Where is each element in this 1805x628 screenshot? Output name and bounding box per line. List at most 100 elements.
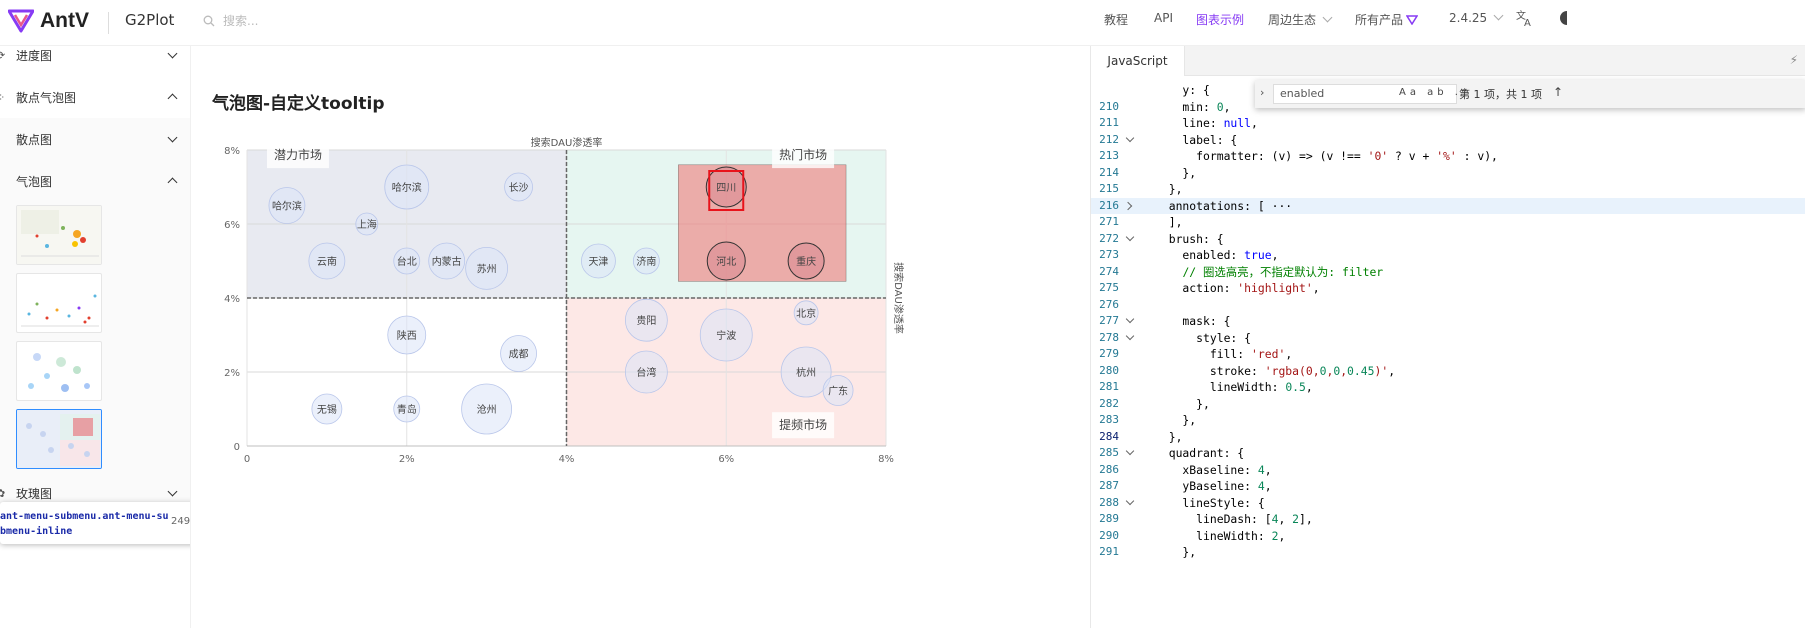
search-icon bbox=[203, 15, 215, 26]
line-number: 281 bbox=[1099, 380, 1119, 393]
code-line[interactable]: 211 line: null, bbox=[1091, 115, 1805, 132]
code-line[interactable]: 215 }, bbox=[1091, 181, 1805, 198]
devtools-inspector-tooltip: ant-menu-submenu.ant-menu-submenu-inline… bbox=[0, 502, 190, 544]
bubble-chart[interactable]: 02%4%6%8%0 2% 4% 6% 8%搜索DAU渗透率搜索DAU渗透率潜力市场 热门… bbox=[210, 130, 910, 470]
nav-examples[interactable]: 图表示例 bbox=[1196, 11, 1244, 28]
bubble-label: 天津 bbox=[588, 256, 608, 268]
sidebar-item-label: 玫瑰图 bbox=[16, 486, 53, 501]
code-line[interactable]: 285 quadrant: { bbox=[1091, 445, 1805, 462]
code-text: stroke: 'rgba(0,0,0,0.45)', bbox=[1155, 363, 1396, 378]
code-text: annotations: [ ··· bbox=[1155, 198, 1293, 213]
code-line[interactable]: 291 }, bbox=[1091, 544, 1805, 561]
line-number: 278 bbox=[1099, 330, 1119, 344]
code-line[interactable]: 213 formatter: (v) => (v !== '0' ? v + '… bbox=[1091, 148, 1805, 165]
code-line[interactable]: 271 ], bbox=[1091, 214, 1805, 231]
fold-chevron-down-icon[interactable] bbox=[1125, 133, 1135, 142]
code-lines[interactable]: y: {210 min: 0, 211 line: null, 212 label:… bbox=[1091, 82, 1805, 561]
code-line[interactable]: 288 lineStyle: { bbox=[1091, 495, 1805, 512]
code-line[interactable]: 216 annotations: [ ··· bbox=[1091, 197, 1805, 214]
nav-all-products[interactable]: 所有产品 bbox=[1355, 11, 1419, 28]
line-number: 210 bbox=[1099, 99, 1119, 113]
bubble-label: 广东 bbox=[828, 385, 848, 398]
example-thumbnail-2[interactable] bbox=[16, 273, 102, 333]
code-line[interactable]: 290 lineWidth: 2, bbox=[1091, 528, 1805, 545]
example-thumbnail-4-selected[interactable] bbox=[16, 409, 102, 469]
search-box[interactable]: 搜索... bbox=[203, 12, 258, 29]
fold-chevron-down-icon[interactable] bbox=[1125, 331, 1135, 340]
code-line[interactable]: 283 }, bbox=[1091, 412, 1805, 429]
chevron-down-icon bbox=[167, 486, 178, 496]
fold-chevron-down-icon[interactable] bbox=[1125, 232, 1135, 241]
antv-logo-icon bbox=[8, 9, 34, 33]
line-number: 277 bbox=[1099, 314, 1119, 327]
bubble-label: 四川 bbox=[716, 183, 736, 194]
fold-chevron-down-icon[interactable] bbox=[1125, 314, 1135, 324]
nav-ecosystem[interactable]: 周边生态 bbox=[1268, 11, 1333, 28]
code-line[interactable]: 214 }, bbox=[1091, 165, 1805, 182]
code-line[interactable]: 212 label: { bbox=[1091, 132, 1805, 149]
sidebar-item-scatter[interactable]: 散点图 bbox=[0, 118, 190, 160]
product-name[interactable]: G2Plot bbox=[125, 11, 174, 29]
sidebar-item-progress[interactable]: ⟳ 进度图 bbox=[0, 46, 190, 76]
line-number: 291 bbox=[1099, 545, 1119, 558]
line-number: 280 bbox=[1099, 363, 1119, 377]
code-line[interactable]: 274 // 圈选高亮，不指定默认为: filter bbox=[1091, 264, 1805, 281]
code-line[interactable]: 284 }, bbox=[1091, 429, 1805, 446]
code-line[interactable]: 281 lineWidth: 0.5, bbox=[1091, 379, 1805, 396]
line-number: 216 bbox=[1099, 198, 1119, 212]
nav-tutorial[interactable]: 教程 bbox=[1104, 11, 1128, 28]
bubble-label: 长沙 bbox=[509, 182, 529, 194]
example-thumbnail-1[interactable] bbox=[16, 205, 102, 265]
translate-icon[interactable]: 文A bbox=[1516, 9, 1534, 27]
search-placeholder[interactable]: 搜索... bbox=[223, 12, 258, 29]
chevron-right-icon[interactable]: › bbox=[1260, 86, 1264, 99]
code-text: xBaseline: 4, bbox=[1155, 462, 1272, 477]
nav-api[interactable]: API bbox=[1154, 11, 1173, 25]
arrow-up-icon[interactable]: ↑ bbox=[1553, 85, 1563, 99]
antv-logo[interactable]: AntV bbox=[8, 9, 89, 33]
code-line[interactable]: 286 xBaseline: 4, bbox=[1091, 462, 1805, 479]
code-line[interactable]: 282 }, bbox=[1091, 396, 1805, 413]
tab-javascript[interactable]: JavaScript bbox=[1091, 46, 1185, 76]
chevron-up-icon bbox=[167, 177, 178, 188]
fold-chevron-down-icon[interactable] bbox=[1125, 446, 1135, 456]
fold-chevron-right-icon[interactable] bbox=[1123, 201, 1133, 210]
code-text: lineDash: [4, 2], bbox=[1155, 512, 1313, 526]
line-number: 272 bbox=[1099, 231, 1119, 245]
code-line[interactable]: 278 style: { bbox=[1091, 330, 1805, 347]
code-text: yBaseline: 4, bbox=[1155, 479, 1272, 493]
code-line[interactable]: 280 stroke: 'rgba(0,0,0,0.45)', bbox=[1091, 363, 1805, 380]
code-line[interactable]: 273 enabled: true, bbox=[1091, 247, 1805, 264]
line-number: 284 bbox=[1099, 429, 1119, 443]
version-select[interactable]: 2.4.25 bbox=[1449, 10, 1504, 25]
code-line[interactable]: 276 bbox=[1091, 297, 1805, 314]
bubble-label: 哈尔滨 bbox=[392, 181, 422, 194]
sidebar-item-bubble[interactable]: 气泡图 bbox=[0, 160, 190, 202]
quadrant-label: 潜力市场 bbox=[274, 147, 322, 162]
code-text: }, bbox=[1155, 429, 1183, 444]
bubble-label: 宁波 bbox=[716, 329, 736, 342]
code-line[interactable]: 279 fill: 'red', bbox=[1091, 346, 1805, 363]
line-number: 286 bbox=[1099, 462, 1119, 476]
code-line[interactable]: 277 mask: { bbox=[1091, 313, 1805, 330]
code-text: lineStyle: { bbox=[1155, 495, 1265, 510]
bubble-label: 云南 bbox=[317, 255, 337, 268]
code-line[interactable]: 287 yBaseline: 4, bbox=[1091, 478, 1805, 495]
code-line[interactable]: 289 lineDash: [4, 2], bbox=[1091, 511, 1805, 528]
code-line[interactable]: 272 brush: { bbox=[1091, 231, 1805, 248]
bubble-label: 苏州 bbox=[477, 262, 497, 275]
progress-icon: ⟳ bbox=[0, 49, 5, 62]
code-text: ], bbox=[1155, 215, 1183, 229]
bubble-label: 内蒙古 bbox=[432, 255, 462, 268]
lightning-icon[interactable]: ⚡ bbox=[1790, 53, 1798, 67]
code-text: lineWidth: 0.5, bbox=[1155, 380, 1313, 394]
example-thumbnail-3[interactable] bbox=[16, 341, 102, 401]
code-line[interactable]: 275 action: 'highlight', bbox=[1091, 280, 1805, 297]
version-label: 2.4.25 bbox=[1449, 11, 1488, 25]
fold-chevron-down-icon[interactable] bbox=[1125, 496, 1135, 505]
line-number: 211 bbox=[1099, 116, 1119, 129]
x-tick-label: 2% bbox=[399, 454, 415, 465]
line-number: 287 bbox=[1099, 479, 1119, 492]
sidebar-item-scatter-bubble[interactable]: ⁘ 散点气泡图 bbox=[0, 76, 190, 118]
github-icon[interactable] bbox=[1557, 10, 1567, 26]
